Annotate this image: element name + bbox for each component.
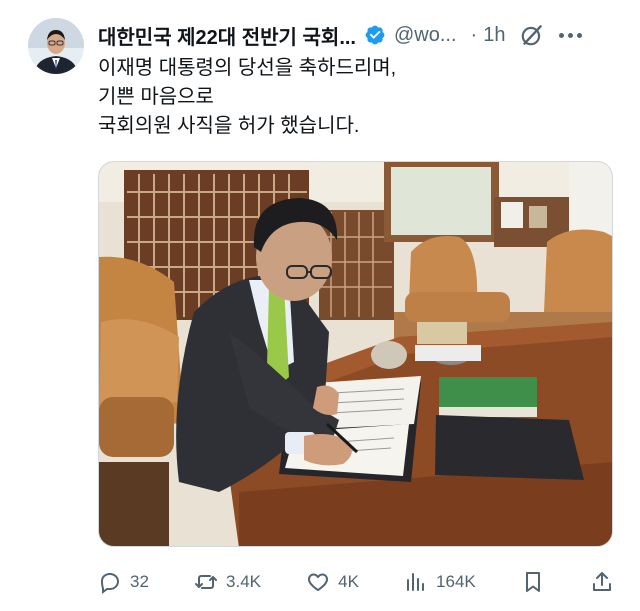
bookmark-icon [525, 572, 540, 592]
repost-count: 3.4K [226, 572, 262, 591]
views-icon [407, 573, 425, 591]
photo-man-signing-document [99, 162, 612, 546]
post-text: 이재명 대통령의 당선을 축하드리며, 기쁜 마음으로 국회의원 사직을 허가 … [98, 54, 616, 141]
grok-icon[interactable] [519, 22, 545, 48]
reply-count: 32 [130, 572, 149, 591]
post-text-line: 국회의원 사직을 허가 했습니다. [98, 115, 360, 137]
post-text-line: 이재명 대통령의 당선을 축하드리며, [98, 57, 397, 79]
post-header: 대한민국 제22대 전반기 국회... @wo... · 1h [98, 20, 620, 50]
share-button[interactable] [590, 570, 614, 594]
post-text-line: 기쁜 마음으로 [98, 86, 214, 108]
like-count: 4K [338, 572, 359, 591]
avatar-image [28, 18, 84, 74]
views-count: 164K [436, 572, 476, 591]
post-photo[interactable] [98, 161, 613, 547]
heart-icon [308, 573, 329, 591]
avatar[interactable] [28, 18, 84, 74]
like-button[interactable]: 4K [306, 570, 359, 594]
post-time[interactable]: 1h [483, 24, 505, 47]
post-actions: 32 3.4K 4K 164K [98, 566, 614, 598]
views-button[interactable]: 164K [404, 570, 476, 594]
bookmark-button[interactable] [521, 570, 545, 594]
share-icon [592, 572, 611, 591]
more-options-icon[interactable] [559, 32, 583, 38]
reply-button[interactable]: 32 [98, 570, 149, 594]
author-name[interactable]: 대한민국 제22대 전반기 국회... [98, 21, 356, 50]
verified-badge-icon[interactable] [364, 24, 386, 46]
separator-dot: · [470, 23, 478, 46]
reply-icon [100, 572, 120, 594]
repost-icon [195, 575, 218, 589]
repost-button[interactable]: 3.4K [194, 570, 261, 594]
author-handle[interactable]: @wo... [394, 24, 457, 47]
